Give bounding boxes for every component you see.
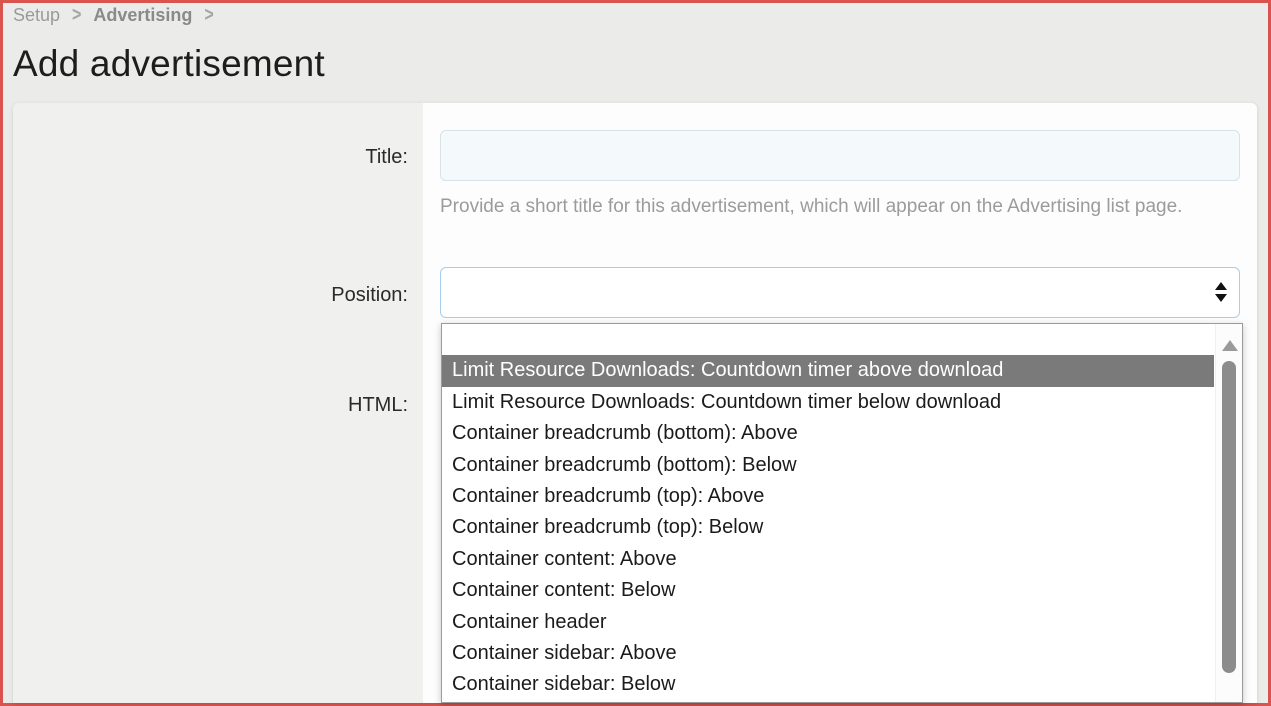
dropdown-option[interactable]: Container breadcrumb (top): Below bbox=[442, 512, 1214, 543]
dropdown-option[interactable]: Limit Resource Downloads: Countdown time… bbox=[442, 387, 1214, 418]
title-input[interactable] bbox=[440, 130, 1240, 181]
dropdown-option[interactable]: Container breadcrumb (bottom): Above bbox=[442, 418, 1214, 449]
dropdown-option[interactable]: Container sidebar: Below bbox=[442, 669, 1214, 700]
dropdown-option-empty[interactable] bbox=[442, 324, 1214, 355]
scroll-up-icon[interactable] bbox=[1222, 340, 1238, 351]
breadcrumb-item-advertising[interactable]: Advertising bbox=[93, 5, 192, 26]
breadcrumb-item-setup[interactable]: Setup bbox=[13, 5, 60, 26]
breadcrumb: Setup > Advertising > bbox=[13, 5, 214, 26]
position-label: Position: bbox=[13, 284, 408, 307]
dropdown-option[interactable]: Container breadcrumb (bottom): Below bbox=[442, 450, 1214, 481]
page: { "colors": { "frame_border": "#d9534f",… bbox=[0, 0, 1271, 706]
chevron-right-icon: > bbox=[72, 4, 81, 27]
dropdown-option[interactable]: Container breadcrumb (top): Above bbox=[442, 481, 1214, 512]
form-panel: Title: Provide a short title for this ad… bbox=[13, 103, 1257, 703]
title-label: Title: bbox=[13, 146, 408, 169]
select-updown-icon bbox=[1215, 282, 1227, 302]
dropdown-scrollbar[interactable] bbox=[1215, 324, 1242, 702]
dropdown-options-list: Limit Resource Downloads: Countdown time… bbox=[442, 324, 1214, 701]
dropdown-option[interactable]: Container content: Above bbox=[442, 544, 1214, 575]
page-title: Add advertisement bbox=[13, 43, 325, 85]
dropdown-option[interactable]: Limit Resource Downloads: Countdown time… bbox=[442, 355, 1214, 386]
dropdown-option[interactable]: Container sidebar: Above bbox=[442, 638, 1214, 669]
html-label: HTML: bbox=[13, 394, 408, 417]
chevron-right-icon: > bbox=[204, 4, 213, 27]
dropdown-option[interactable]: Container content: Below bbox=[442, 575, 1214, 606]
dropdown-option[interactable]: Container header bbox=[442, 607, 1214, 638]
scrollbar-thumb[interactable] bbox=[1222, 361, 1236, 673]
title-help-text: Provide a short title for this advertise… bbox=[440, 196, 1240, 218]
position-dropdown: Limit Resource Downloads: Countdown time… bbox=[441, 323, 1243, 703]
position-select[interactable] bbox=[440, 267, 1240, 318]
